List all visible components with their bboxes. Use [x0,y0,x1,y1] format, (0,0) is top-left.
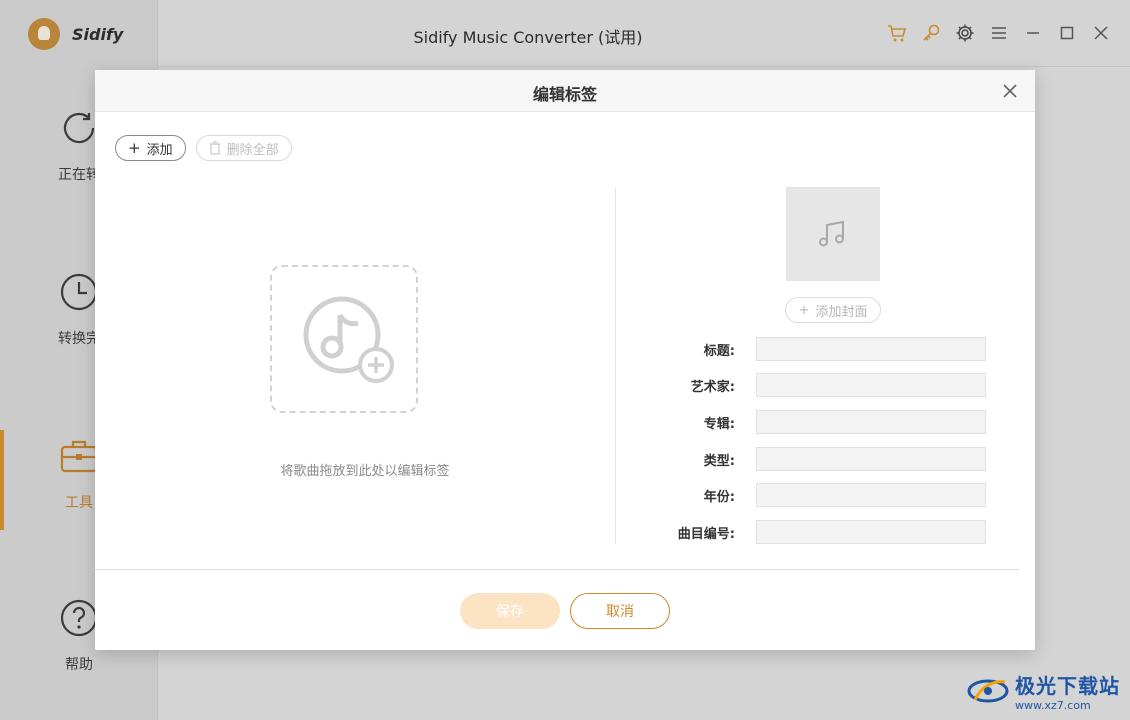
maximize-icon[interactable] [1056,22,1078,44]
cover-art [786,187,880,281]
vertical-divider [615,188,616,544]
titlebar: Sidify Music Converter (试用) [158,0,1130,67]
drop-zone[interactable] [270,265,418,413]
sidify-logo-icon [28,18,60,50]
help-icon [60,599,98,637]
watermark: 极光下载站 www.xz7.com [967,670,1120,712]
delete-all-button-label: 删除全部 [226,142,279,158]
watermark-logo-icon [967,679,1009,703]
dialog-toolbar: + 添加 删除全部 [115,135,292,161]
album-label: 专辑: [703,416,735,432]
save-button[interactable]: 保存 [460,593,560,629]
year-input[interactable] [756,483,986,507]
artist-input[interactable] [756,373,986,397]
menu-icon[interactable] [988,22,1010,44]
title-row: 标题: [655,337,986,361]
trash-icon [209,141,220,155]
cart-icon[interactable] [886,22,908,44]
title-label: 标题: [703,343,735,359]
artist-row: 艺术家: [655,373,986,397]
plus-icon: + [128,138,141,157]
artist-label: 艺术家: [690,379,735,395]
brand: Sidify [28,18,123,50]
key-icon[interactable] [920,22,942,44]
close-icon[interactable] [1001,82,1019,100]
close-icon[interactable] [1090,22,1112,44]
toolbox-icon [60,440,98,473]
add-button[interactable]: + 添加 [115,135,186,161]
album-input[interactable] [756,410,986,434]
add-music-icon [303,296,394,383]
genre-input[interactable] [756,447,986,471]
genre-label: 类型: [703,453,735,469]
title-input[interactable] [756,337,986,361]
minimize-icon[interactable] [1022,22,1044,44]
add-cover-button[interactable]: + 添加封面 [785,297,881,323]
gear-icon[interactable] [954,22,976,44]
titlebar-icons [886,22,1112,44]
music-note-icon [819,220,844,247]
cancel-button[interactable]: 取消 [570,593,670,629]
drop-hint-text: 将歌曲拖放到此处以编辑标签 [280,464,450,479]
dialog-title: 编辑标签 [532,85,597,104]
watermark-title: 极光下载站 [1015,674,1120,698]
track-row: 曲目编号: [655,520,986,544]
dialog-header: 编辑标签 [95,70,1035,112]
plus-icon: + [798,302,810,318]
add-cover-label: 添加封面 [815,304,868,320]
clock-icon [60,273,98,311]
delete-all-button[interactable]: 删除全部 [195,135,292,161]
app-title: Sidify Music Converter (试用) [413,28,643,47]
add-button-label: 添加 [146,142,173,158]
brand-name: Sidify [72,24,124,44]
genre-row: 类型: [655,447,986,471]
edit-tags-dialog: 编辑标签 + 添加 删除全部 将歌曲拖放到此处以编辑标签 + 添加封面 标题: … [95,70,1035,650]
footer-divider [95,569,1019,570]
sidebar-item-label: 帮助 [65,657,93,673]
watermark-url: www.xz7.com [1015,699,1091,712]
year-row: 年份: [655,483,986,507]
track-input[interactable] [756,520,986,544]
track-label: 曲目编号: [677,526,735,542]
converting-icon [63,112,95,144]
album-row: 专辑: [655,410,986,434]
year-label: 年份: [703,489,735,505]
